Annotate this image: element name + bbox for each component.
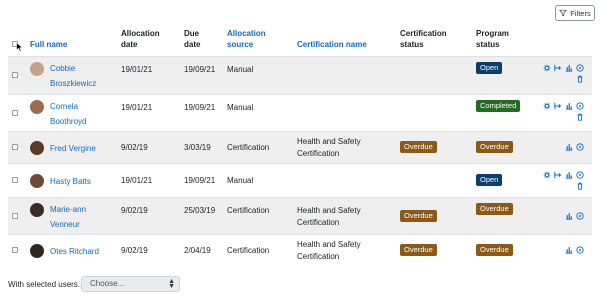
program-status-badge: Overdue [476,244,513,256]
table-row: Fred Vergine 9/02/19 3/03/19 Certification H… [8,131,592,163]
due-date: 19/09/21 [184,103,216,112]
avatar [30,100,44,114]
program-status-badge: Completed [476,100,521,112]
avatar [30,62,44,76]
row-checkbox[interactable] [12,144,18,150]
filters-button[interactable]: Filters [555,5,595,21]
table-row: Hasty Batts 19/01/21 19/09/21 Manual Open [8,163,592,197]
row-delete-action [576,182,584,190]
gear-icon[interactable] [543,171,551,179]
certification-status-badge: Overdue [400,209,437,222]
allocation-date: 19/01/21 [121,103,153,112]
row-actions [565,211,584,220]
due-date: 19/09/21 [184,65,216,74]
allocation-date: 9/02/19 [121,206,148,215]
row-checkbox[interactable] [12,177,18,183]
header-certification-name[interactable]: Certification name [297,39,367,50]
header-due-date: Due date [184,29,201,49]
allocation-date: 9/02/19 [121,246,148,255]
row-actions [543,64,584,72]
row-checkbox[interactable] [12,109,18,116]
chart-icon[interactable] [565,143,573,151]
certification-name: Health and Safety Certification [297,205,361,227]
allocation-source: Manual [227,176,254,185]
compass-icon[interactable] [576,211,584,220]
allocation-source: Manual [227,65,254,74]
row-actions [565,143,584,151]
row-delete-action [576,75,584,83]
avatar [30,141,44,155]
allocation-source: Certification [227,206,270,215]
mouse-cursor-icon [16,41,24,52]
compass-icon[interactable] [576,246,584,254]
chart-icon[interactable] [565,246,573,254]
trash-icon[interactable] [576,113,584,121]
compass-icon[interactable] [576,143,584,151]
table-row: Cornela Boothroyd 19/01/21 19/09/21 Manual C… [8,94,592,131]
allocation-date: 9/02/19 [121,143,148,152]
bulk-action-selected: Choose... [90,279,125,288]
avatar [30,244,44,258]
due-date: 25/03/19 [184,206,216,215]
due-date: 19/09/21 [184,176,216,185]
table-row: Marie-ann Venneur 9/02/19 25/03/19 Certific… [8,197,592,234]
chart-icon[interactable] [565,212,573,220]
chart-icon[interactable] [565,64,573,72]
allocation-date: 19/01/21 [121,65,153,74]
table-row: Otes Ritchard 9/02/19 2/04/19 Certification… [8,234,592,266]
user-name-link[interactable]: Otes Ritchard [50,244,112,259]
certification-status-badge: Overdue [400,244,437,256]
header-allocation-source[interactable]: Allocation source [227,28,277,50]
row-checkbox[interactable] [12,212,18,219]
row-actions [543,102,584,110]
funnel-icon [559,9,568,17]
program-status-badge: Overdue [476,203,513,215]
row-actions [543,171,584,179]
chart-icon[interactable] [565,171,573,179]
row-actions [565,246,584,254]
allocation-source: Manual [227,103,254,112]
trash-icon[interactable] [576,182,584,190]
allocation-date: 19/01/21 [121,176,153,185]
gear-icon[interactable] [543,64,551,72]
header-certification-status: Certification status [400,29,447,49]
row-delete-action [576,113,584,121]
header-full-name[interactable]: Full name [30,39,67,50]
row-checkbox[interactable] [12,247,18,253]
compass-icon[interactable] [576,64,584,72]
header-program-status: Program status [476,29,509,49]
user-name-link[interactable]: Cobbie Broszkiewicz [50,61,112,91]
certification-name: Health and Safety Certification [297,137,361,158]
allocation-source: Certification [227,143,270,152]
bulk-action-select[interactable]: Choose... ▲ ▼ [81,276,180,292]
timeline-icon[interactable] [554,102,562,110]
timeline-icon[interactable] [554,64,562,72]
filters-label: Filters [570,8,591,18]
program-status-badge: Open [476,174,503,186]
compass-icon[interactable] [576,102,584,110]
program-status-badge: Overdue [476,141,513,153]
compass-icon[interactable] [576,171,584,179]
bulk-action-label: With selected users... [8,280,85,289]
certification-status-badge: Overdue [400,141,437,153]
header-allocation-date: Allocation date [121,29,160,49]
user-name-link[interactable]: Cornela Boothroyd [50,99,112,129]
certification-name: Health and Safety Certification [297,240,361,261]
due-date: 3/03/19 [184,143,211,152]
user-name-link[interactable]: Fred Vergine [50,141,112,156]
allocation-source: Certification [227,246,270,255]
program-status-badge: Open [476,62,503,74]
trash-icon[interactable] [576,75,584,83]
table-row: Cobbie Broszkiewicz 19/01/21 19/09/21 Manua… [8,56,592,94]
gear-icon[interactable] [543,102,551,110]
avatar [30,203,44,217]
due-date: 2/04/19 [184,246,211,255]
row-checkbox[interactable] [12,72,18,78]
timeline-icon[interactable] [554,171,562,179]
chart-icon[interactable] [565,102,573,110]
avatar [30,174,44,188]
user-name-link[interactable]: Marie-ann Venneur [50,202,112,232]
select-caret-icon: ▲ ▼ [168,278,175,290]
user-name-link[interactable]: Hasty Batts [50,174,112,189]
